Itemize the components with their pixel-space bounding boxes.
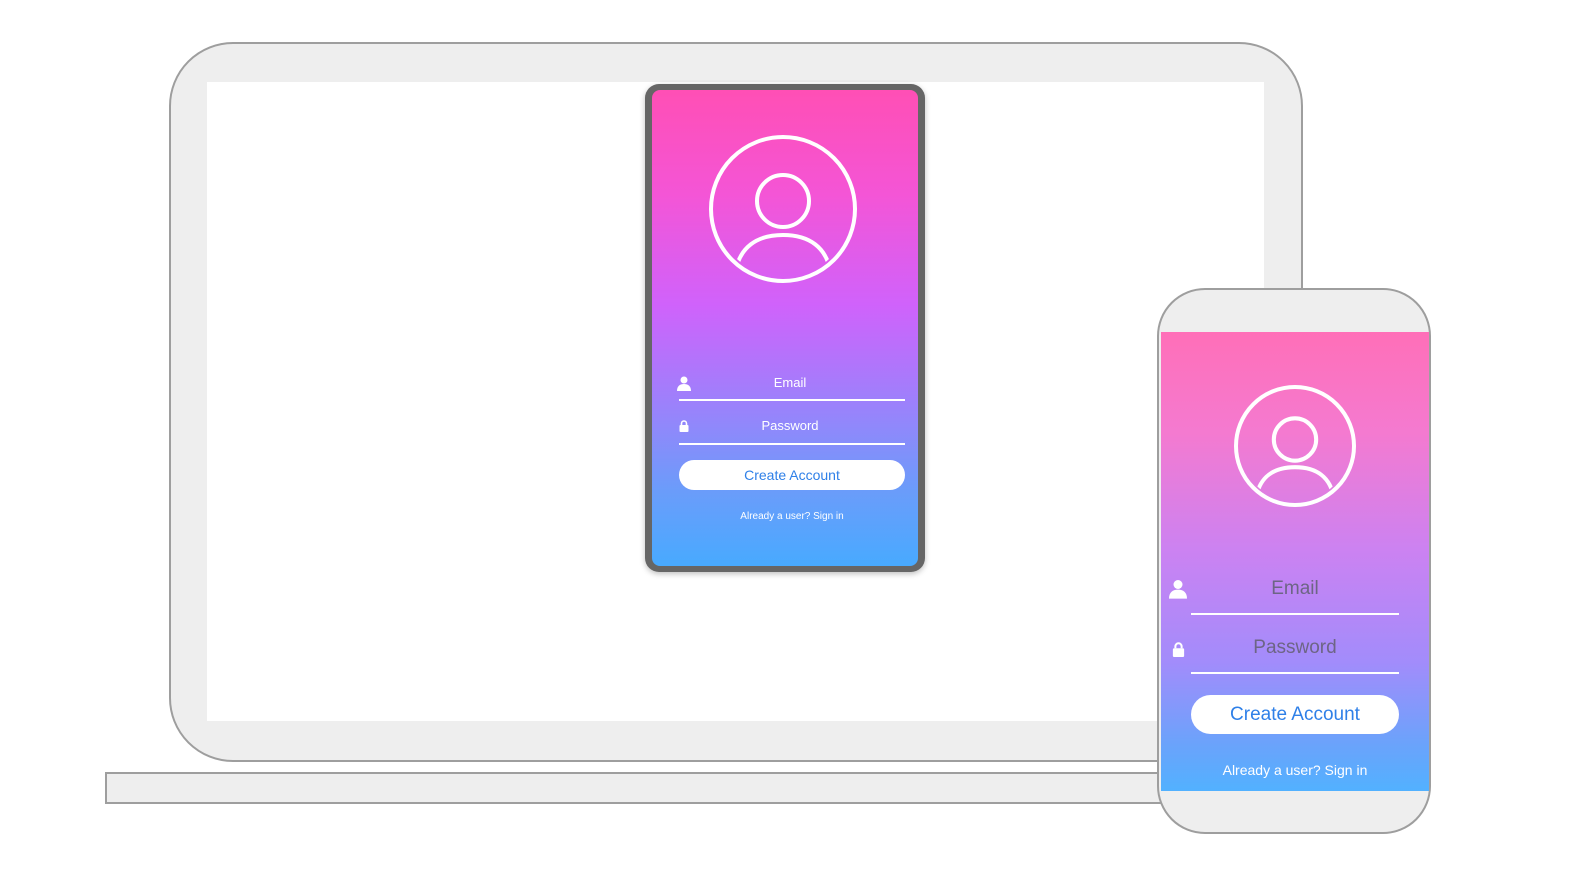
user-avatar-glyph <box>1253 416 1337 500</box>
email-field[interactable]: Email <box>679 374 901 392</box>
password-underline <box>1191 672 1399 674</box>
user-avatar-icon <box>709 135 857 283</box>
email-underline <box>1191 613 1399 615</box>
password-underline <box>679 443 905 445</box>
signin-link[interactable]: Already a user? Sign in <box>1191 761 1399 779</box>
create-account-button[interactable]: Create Account <box>1191 695 1399 734</box>
tablet-device: Email Password Create Account Already a … <box>645 84 925 572</box>
signin-link[interactable]: Already a user? Sign in <box>679 510 905 524</box>
user-avatar-glyph <box>733 173 833 275</box>
user-icon <box>1168 578 1188 600</box>
user-avatar-icon <box>1234 385 1356 507</box>
email-field[interactable]: Email <box>1191 577 1399 601</box>
phone-device: Email Password Create Account Already a … <box>1157 288 1431 834</box>
email-underline <box>679 399 905 401</box>
create-account-button[interactable]: Create Account <box>679 460 905 490</box>
signup-screen: Email Password Create Account Already a … <box>1161 332 1429 791</box>
password-field[interactable]: Password <box>1191 636 1399 660</box>
lock-icon <box>1168 639 1188 659</box>
signup-screen: Email Password Create Account Already a … <box>652 90 918 566</box>
password-field[interactable]: Password <box>679 417 901 435</box>
